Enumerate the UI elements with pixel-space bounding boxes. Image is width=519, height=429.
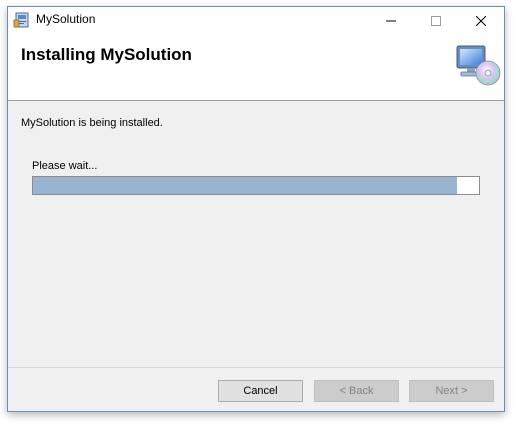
maximize-icon	[430, 16, 441, 26]
page-title: Installing MySolution	[21, 45, 192, 64]
minimize-button[interactable]	[368, 7, 413, 35]
window-title: MySolution	[36, 12, 96, 26]
header-banner: Installing MySolution	[8, 35, 504, 101]
installer-window: MySolution Installing MySolution MySolut…	[7, 6, 505, 412]
close-button[interactable]	[458, 7, 503, 35]
install-status-text: MySolution is being installed.	[21, 117, 163, 129]
close-icon	[475, 16, 486, 26]
installer-app-icon	[13, 12, 29, 28]
minimize-icon	[385, 20, 396, 22]
back-button[interactable]: < Back	[314, 380, 399, 402]
next-button[interactable]: Next >	[409, 380, 494, 402]
title-bar[interactable]: MySolution	[8, 7, 504, 35]
install-progress-bar	[32, 176, 480, 195]
please-wait-label: Please wait...	[32, 160, 98, 172]
progress-fill	[33, 177, 457, 194]
cancel-button[interactable]: Cancel	[218, 380, 303, 402]
maximize-button[interactable]	[413, 7, 458, 35]
computer-disc-icon	[456, 45, 501, 86]
footer-divider	[8, 367, 504, 368]
